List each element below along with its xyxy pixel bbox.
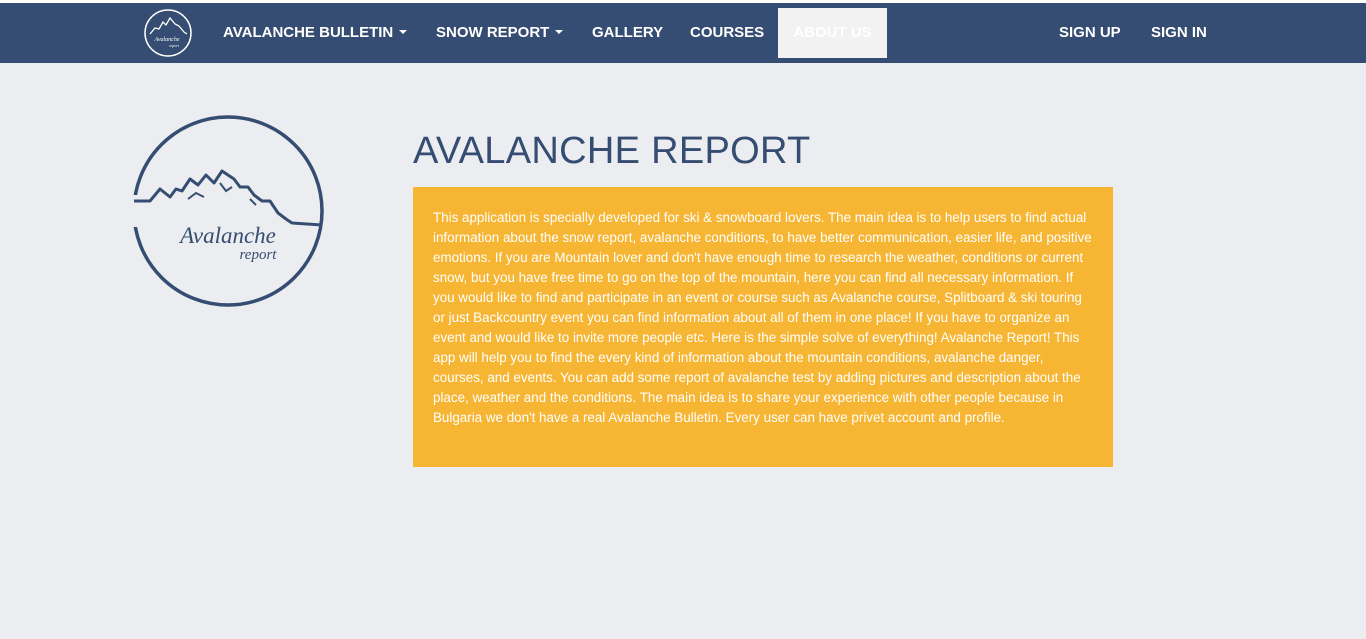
logo-title-text: Avalanche xyxy=(178,223,276,248)
sign-up-link[interactable]: SIGN UP xyxy=(1059,8,1121,58)
sign-in-link[interactable]: SIGN IN xyxy=(1151,8,1207,58)
description-text: This application is specially developed … xyxy=(433,210,1092,425)
page-title: AVALANCHE REPORT xyxy=(413,130,811,172)
brand-logo-subtext: report xyxy=(169,43,180,48)
nav-about-us[interactable]: ABOUT US xyxy=(778,8,887,58)
navbar: Avalanche report AVALANCHE BULLETIN SNOW… xyxy=(0,3,1366,63)
nav-gallery[interactable]: GALLERY xyxy=(592,8,663,58)
nav-avalanche-bulletin[interactable]: AVALANCHE BULLETIN xyxy=(223,8,408,58)
caret-down-icon xyxy=(555,30,564,35)
brand-logo[interactable]: Avalanche report xyxy=(142,8,194,58)
caret-down-icon xyxy=(399,30,408,35)
nav-snow-report-label: SNOW REPORT xyxy=(436,24,550,41)
description-box: This application is specially developed … xyxy=(413,187,1113,467)
nav-snow-report[interactable]: SNOW REPORT xyxy=(436,8,564,58)
nav-avalanche-bulletin-label: AVALANCHE BULLETIN xyxy=(223,24,394,41)
avalanche-report-logo: Avalanche report xyxy=(130,115,324,307)
logo-subtitle-text: report xyxy=(240,247,278,263)
nav-courses[interactable]: COURSES xyxy=(690,8,764,58)
